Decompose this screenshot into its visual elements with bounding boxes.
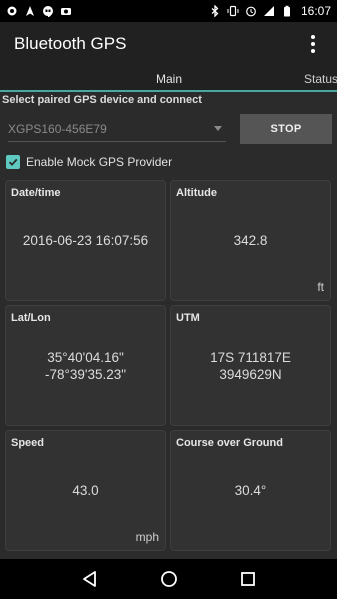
vibrate-icon [227,5,239,17]
camera-icon [60,5,72,17]
app-title: Bluetooth GPS [14,34,127,53]
status-left-icons [6,5,72,17]
tab-bar: Main Status [0,66,337,92]
dropdown-arrow-icon [214,126,222,131]
check-icon [8,158,18,166]
card-value: 2016-06-23 16:07:56 [22,233,149,248]
card-latlon: Lat/Lon 35°40'04.16" -78°39'35.23" [5,305,166,426]
hangouts-icon [42,5,54,17]
device-dropdown[interactable]: XGPS160-456E79 [8,116,226,142]
tab-status[interactable]: Status [304,72,337,86]
gps-icon [6,5,18,17]
recents-icon[interactable] [236,567,260,591]
tab-indicator [0,90,337,92]
card-unit: mph [135,530,159,544]
bluetooth-icon [209,5,221,17]
home-icon[interactable] [157,567,181,591]
tab-main[interactable]: Main [156,72,182,86]
status-time: 16:07 [300,4,331,18]
card-unit: ft [317,280,324,294]
card-utm: UTM 17S 711817E 3949629N [170,305,331,426]
status-bar: 16:07 [0,0,337,22]
system-nav-bar [0,559,337,599]
mock-gps-label: Enable Mock GPS Provider [26,155,173,169]
card-datetime: Date/time 2016-06-23 16:07:56 [5,180,166,301]
app-bar: Bluetooth GPS [0,22,337,66]
card-course: Course over Ground 30.4° [170,430,331,551]
mock-gps-row[interactable]: Enable Mock GPS Provider [6,155,172,169]
card-speed: Speed 43.0 mph [5,430,166,551]
card-value: 35°40'04.16" -78°39'35.23" [44,349,127,382]
stop-button[interactable]: STOP [240,114,332,144]
card-value: 342.8 [233,233,268,248]
back-icon[interactable] [78,567,102,591]
status-right-icons: 16:07 [209,4,331,18]
alarm-icon [245,5,257,17]
card-value: 30.4° [234,483,267,498]
device-dropdown-value: XGPS160-456E79 [8,121,107,136]
card-altitude: Altitude 342.8 ft [170,180,331,301]
navigation-icon [24,5,36,17]
mock-gps-checkbox[interactable] [6,155,20,169]
battery-icon [281,5,293,17]
lte-signal-icon [263,5,275,17]
card-value: 17S 711817E 3949629N [210,349,291,382]
overflow-menu-icon[interactable] [303,32,323,56]
device-section-title: Select paired GPS device and connect [2,94,202,106]
